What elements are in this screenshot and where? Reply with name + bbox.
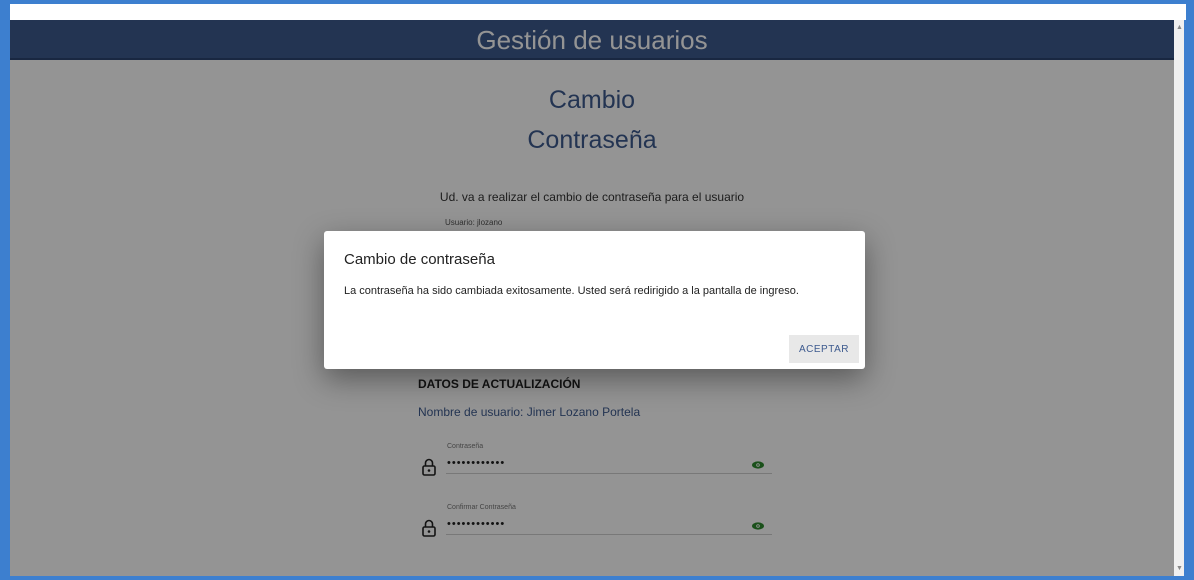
dialog-title: Cambio de contraseña [344,251,495,268]
scroll-down-icon[interactable]: ▼ [1176,565,1183,572]
scroll-up-icon[interactable]: ▲ [1176,24,1183,31]
confirmation-dialog: Cambio de contraseña La contraseña ha si… [324,231,865,369]
vertical-scrollbar[interactable]: ▲ ▼ [1174,20,1184,576]
app-frame: Gestión de usuarios Cambio Contraseña Ud… [10,20,1184,576]
dialog-message: La contraseña ha sido cambiada exitosame… [344,285,799,297]
browser-top-strip [10,4,1186,20]
accept-button[interactable]: ACEPTAR [789,335,859,363]
